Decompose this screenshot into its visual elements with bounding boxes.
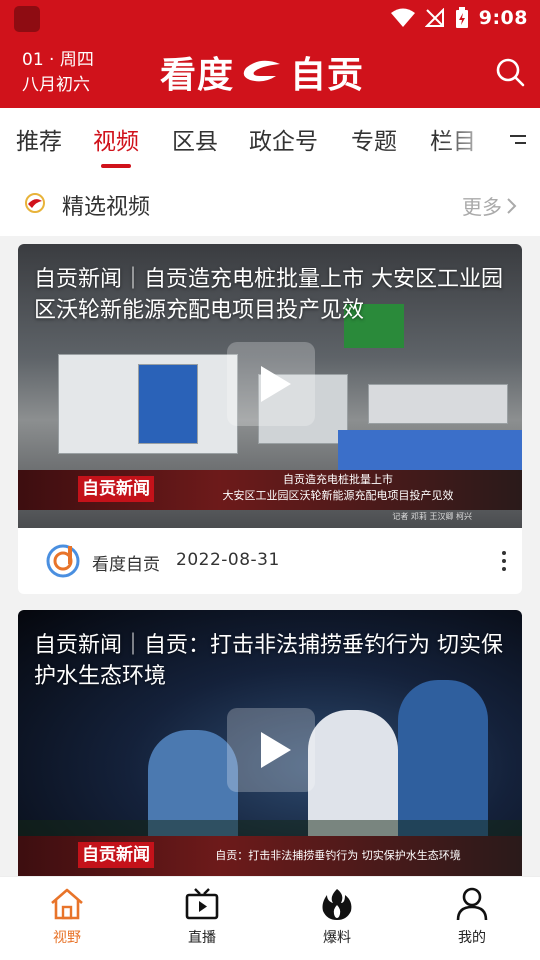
play-icon xyxy=(261,732,291,768)
nav-item-tipoff[interactable]: 爆料 xyxy=(297,887,377,947)
logo-swoosh-icon xyxy=(243,60,281,82)
more-label: 更多 xyxy=(462,195,502,219)
flame-icon xyxy=(322,889,352,920)
news-lower-third: 自贡新闻 自贡：打击非法捕捞垂钓行为 切实保护水生态环境 xyxy=(18,836,522,876)
play-icon xyxy=(261,366,291,402)
source-avatar-icon xyxy=(46,544,80,578)
logo-text-left: 看度 xyxy=(160,55,235,96)
tab-district[interactable]: 区县 xyxy=(172,122,218,156)
wifi-icon xyxy=(390,8,415,27)
reporter-credit: 记者 邓莉 王汉卿 柯兴 xyxy=(392,512,472,521)
date-lunar: 八月初六 xyxy=(22,75,90,95)
home-icon xyxy=(51,888,83,920)
thumbnail-scene-chargers xyxy=(368,384,508,424)
status-bar: 9:08 xyxy=(0,0,540,36)
featured-icon xyxy=(25,193,45,213)
nav-label-profile: 我的 xyxy=(458,930,486,946)
status-icons: 9:08 xyxy=(390,4,528,32)
tv-play-icon xyxy=(185,888,219,920)
news-brand-label: 自贡新闻 xyxy=(78,842,154,868)
logo-text-right: 自贡 xyxy=(290,55,365,96)
tab-video[interactable]: 视频 xyxy=(93,122,139,156)
status-time: 9:08 xyxy=(478,7,528,29)
video-card[interactable]: 自贡新闻｜自贡造充电桩批量上市 大安区工业园区沃轮新能源充配电项目投产见效 自贡… xyxy=(18,244,522,594)
news-caption: 自贡：打击非法捕捞垂钓行为 切实保护水生态环境 xyxy=(215,849,461,862)
app-logo: 看度 自贡 xyxy=(160,46,364,98)
nav-label-live: 直播 xyxy=(188,930,216,946)
header-date: 01 · 周四 八月初六 xyxy=(22,48,102,98)
channel-menu-icon[interactable] xyxy=(506,128,530,152)
video-card[interactable]: 自贡新闻｜自贡：打击非法捕捞垂钓行为 切实保护水生态环境 自贡新闻 自贡：打击非… xyxy=(18,610,522,890)
thumbnail-scene-machine-panel xyxy=(138,364,198,444)
news-caption-line1: 自贡造充电桩批量上市 xyxy=(283,473,393,486)
tab-recommend[interactable]: 推荐 xyxy=(16,122,62,156)
signal-off-icon xyxy=(424,8,444,27)
section-title: 精选视频 xyxy=(62,195,151,220)
channel-tabs: 推荐 视频 区县 政企号 专题 栏目 xyxy=(0,108,540,172)
battery-charging-icon xyxy=(455,7,468,28)
video-title: 自贡新闻｜自贡造充电桩批量上市 大安区工业园区沃轮新能源充配电项目投产见效 xyxy=(34,267,503,323)
news-brand-label: 自贡新闻 xyxy=(78,476,154,502)
source-name: 看度自贡 xyxy=(92,555,160,575)
thumbnail-scene-rail xyxy=(338,430,522,470)
play-button[interactable] xyxy=(227,708,315,792)
app-notification-icon xyxy=(14,6,40,32)
tab-special[interactable]: 专题 xyxy=(351,122,397,156)
more-options-icon[interactable] xyxy=(498,548,510,576)
play-button[interactable] xyxy=(227,342,315,426)
nav-item-profile[interactable]: 我的 xyxy=(432,887,512,947)
bottom-navigation: 视野 直播 爆料 我的 xyxy=(0,876,540,960)
tabs-fade-overlay xyxy=(440,108,500,172)
tab-gov-account[interactable]: 政企号 xyxy=(249,122,318,156)
more-link[interactable]: 更多 xyxy=(462,191,518,220)
nav-item-home[interactable]: 视野 xyxy=(27,887,107,947)
card-meta: 看度自贡 2022-08-31 xyxy=(18,528,522,594)
publish-date: 2022-08-31 xyxy=(176,550,280,570)
nav-label-tipoff: 爆料 xyxy=(323,930,351,946)
date-weekday: 01 · 周四 xyxy=(22,50,94,70)
featured-video-header: 精选视频 更多 xyxy=(0,172,540,236)
user-icon xyxy=(456,887,488,921)
news-caption-line2: 大安区工业园区沃轮新能源充配电项目投产见效 xyxy=(222,489,454,502)
video-thumbnail[interactable]: 自贡新闻｜自贡：打击非法捕捞垂钓行为 切实保护水生态环境 自贡新闻 自贡：打击非… xyxy=(18,610,522,890)
active-tab-indicator xyxy=(101,164,131,168)
news-caption: 自贡造充电桩批量上市 大安区工业园区沃轮新能源充配电项目投产见效 xyxy=(168,472,508,504)
news-lower-third: 自贡新闻 自贡造充电桩批量上市 大安区工业园区沃轮新能源充配电项目投产见效 xyxy=(18,470,522,510)
app-header: 01 · 周四 八月初六 看度 自贡 xyxy=(0,36,540,108)
nav-item-live[interactable]: 直播 xyxy=(162,887,242,947)
chevron-right-icon xyxy=(507,197,517,214)
search-icon[interactable] xyxy=(494,56,526,88)
nav-label-home: 视野 xyxy=(53,930,81,946)
video-thumbnail[interactable]: 自贡新闻｜自贡造充电桩批量上市 大安区工业园区沃轮新能源充配电项目投产见效 自贡… xyxy=(18,244,522,528)
video-title: 自贡新闻｜自贡：打击非法捕捞垂钓行为 切实保护水生态环境 xyxy=(34,633,503,689)
